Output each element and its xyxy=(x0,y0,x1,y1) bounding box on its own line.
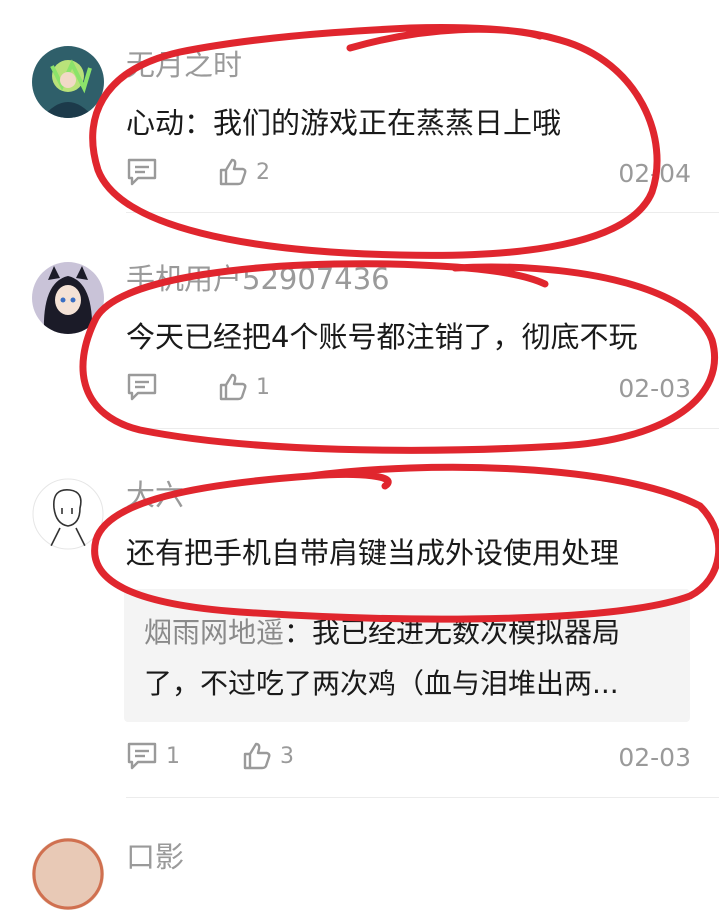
comment-actions: 1 02-03 xyxy=(126,372,691,408)
reply-text: 烟雨网地遥：我已经进无数次模拟器局了，不过吃了两次鸡（血与泪堆出两... xyxy=(144,607,666,709)
reply-button[interactable]: 1 xyxy=(126,741,180,771)
like-button[interactable]: 3 xyxy=(242,741,294,771)
thumbs-up-icon xyxy=(219,373,247,401)
avatar[interactable] xyxy=(32,478,104,550)
reply-button[interactable] xyxy=(126,372,158,402)
reply-count: 1 xyxy=(166,743,180,769)
like-count: 3 xyxy=(280,743,294,769)
comment-date: 02-03 xyxy=(618,743,691,772)
comment-text: 心动：我们的游戏正在蒸蒸日上哦 xyxy=(126,106,562,140)
comment-text: 还有把手机自带肩键当成外设使用处理 xyxy=(126,536,620,570)
comment-date: 02-03 xyxy=(618,374,691,403)
username[interactable]: 无月之时 xyxy=(126,42,242,84)
thumbs-up-icon xyxy=(219,158,247,186)
avatar[interactable] xyxy=(32,838,104,910)
reply-author[interactable]: 烟雨网地遥 xyxy=(144,616,284,649)
reply-separator: ： xyxy=(284,616,313,649)
avatar[interactable] xyxy=(32,262,104,334)
avatar[interactable] xyxy=(32,46,104,118)
comment-icon xyxy=(127,373,157,401)
comment-actions: 1 3 02-03 xyxy=(126,741,691,777)
like-button[interactable]: 2 xyxy=(218,157,270,187)
like-count: 2 xyxy=(256,159,270,185)
divider xyxy=(126,797,719,798)
username[interactable]: 大六 xyxy=(126,472,184,514)
comment-icon xyxy=(127,742,157,770)
username[interactable]: 手机用户52907436 xyxy=(126,256,390,298)
comment-text: 今天已经把4个账号都注销了，彻底不玩 xyxy=(126,320,638,354)
username[interactable]: 口影 xyxy=(126,834,184,876)
comment-date: 02-04 xyxy=(618,159,691,188)
reply-preview[interactable]: 烟雨网地遥：我已经进无数次模拟器局了，不过吃了两次鸡（血与泪堆出两... xyxy=(124,589,690,722)
thumbs-up-icon xyxy=(243,742,271,770)
like-button[interactable]: 1 xyxy=(218,372,270,402)
comment-icon xyxy=(127,158,157,186)
divider xyxy=(126,212,719,213)
like-count: 1 xyxy=(256,374,270,400)
reply-button[interactable] xyxy=(126,157,158,187)
comment-actions: 2 02-04 xyxy=(126,157,691,193)
divider xyxy=(126,428,719,429)
